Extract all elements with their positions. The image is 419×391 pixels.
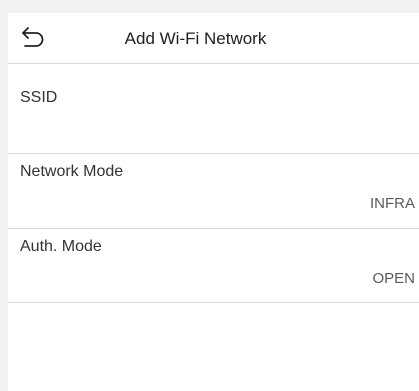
network-mode-value: INFRA [370, 195, 415, 212]
empty-content-area [8, 303, 419, 391]
ssid-label: SSID [20, 89, 58, 106]
auth-mode-value: OPEN [372, 270, 415, 287]
auth-mode-field[interactable]: Auth. Mode OPEN [8, 229, 419, 303]
auth-mode-label: Auth. Mode [20, 238, 102, 255]
header-bar: Add Wi-Fi Network [8, 13, 419, 64]
header-spacer [8, 64, 419, 79]
add-wifi-screen: Add Wi-Fi Network SSID Network Mode INFR… [8, 13, 419, 391]
network-mode-field[interactable]: Network Mode INFRA [8, 154, 419, 229]
network-mode-label: Network Mode [20, 163, 124, 180]
page-title: Add Wi-Fi Network [124, 29, 267, 48]
ssid-field[interactable]: SSID [8, 80, 419, 154]
